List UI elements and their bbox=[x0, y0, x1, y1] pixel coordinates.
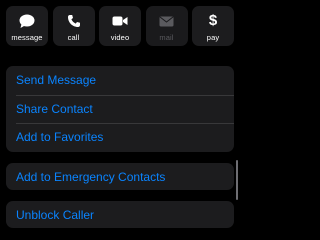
message-label: message bbox=[11, 33, 43, 42]
block-group: Unblock Caller bbox=[6, 201, 234, 228]
message-button[interactable]: message bbox=[6, 6, 48, 46]
add-to-favorites-option[interactable]: Add to Favorites bbox=[6, 123, 234, 152]
add-to-emergency-contacts-option[interactable]: Add to Emergency Contacts bbox=[6, 163, 234, 190]
share-contact-option[interactable]: Share Contact bbox=[6, 94, 234, 124]
mail-button[interactable]: mail bbox=[145, 6, 188, 46]
call-label: call bbox=[67, 33, 80, 42]
message-icon bbox=[19, 13, 35, 29]
scrollbar[interactable] bbox=[236, 160, 238, 200]
quick-actions-bar: message call video mail $ pay bbox=[6, 6, 234, 46]
video-label: video bbox=[110, 33, 130, 42]
video-icon bbox=[112, 13, 128, 29]
mail-label: mail bbox=[159, 33, 174, 42]
call-button[interactable]: call bbox=[52, 6, 95, 46]
mail-icon bbox=[159, 13, 175, 29]
pay-button[interactable]: $ pay bbox=[192, 6, 234, 46]
send-message-option[interactable]: Send Message bbox=[6, 66, 234, 95]
phone-icon bbox=[66, 13, 82, 29]
contact-options-group: Send Message Share Contact Add to Favori… bbox=[6, 66, 234, 152]
unblock-caller-option[interactable]: Unblock Caller bbox=[6, 201, 234, 228]
emergency-group: Add to Emergency Contacts bbox=[6, 163, 234, 190]
dollar-icon: $ bbox=[208, 12, 218, 29]
pay-label: pay bbox=[206, 33, 220, 42]
video-button[interactable]: video bbox=[99, 6, 141, 46]
